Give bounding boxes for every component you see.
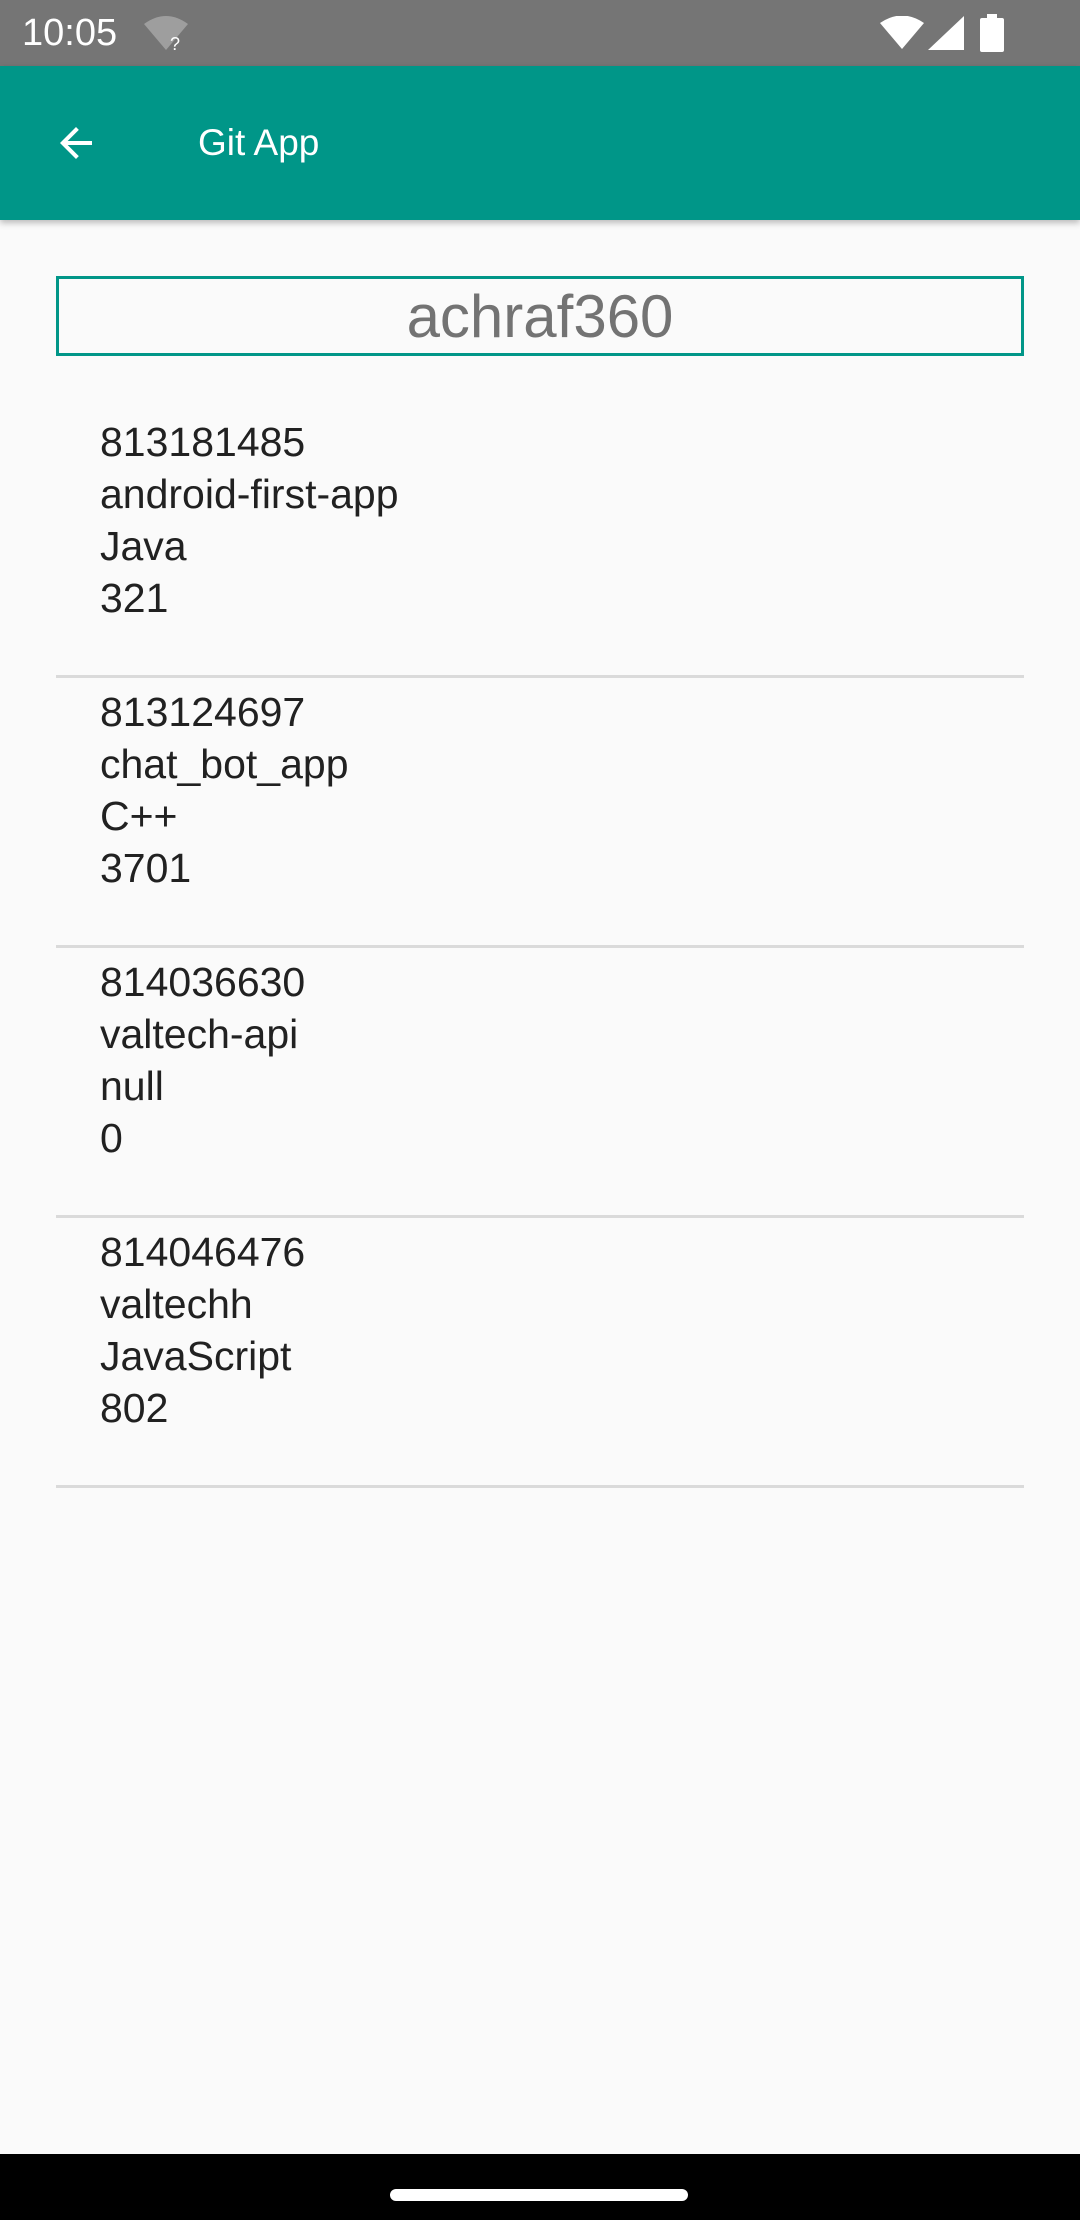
- home-handle[interactable]: [390, 2189, 688, 2201]
- status-bar: 10:05 ?: [0, 0, 1080, 66]
- repo-id: 814036630: [100, 959, 306, 1005]
- repo-list-item[interactable]: 814046476 valtechh JavaScript 802: [56, 1218, 1024, 1488]
- repo-list-item[interactable]: 814036630 valtech-api null 0: [56, 948, 1024, 1218]
- repo-size: 3701: [100, 845, 192, 891]
- repo-name: valtech-api: [100, 1011, 299, 1057]
- status-time: 10:05: [22, 12, 118, 54]
- repo-language: null: [100, 1063, 164, 1109]
- battery-icon: [980, 14, 1004, 52]
- wifi-question-icon: ?: [144, 16, 188, 52]
- repo-list-item[interactable]: 813181485 android-first-app Java 321: [56, 408, 1024, 678]
- repo-name: chat_bot_app: [100, 741, 349, 787]
- repo-id: 814046476: [100, 1229, 306, 1275]
- repo-size: 321: [100, 575, 169, 621]
- repo-name: valtechh: [100, 1281, 253, 1327]
- repo-name: android-first-app: [100, 471, 399, 517]
- wifi-icon: [880, 16, 924, 49]
- repo-list: 813181485 android-first-app Java 321 813…: [56, 408, 1024, 1488]
- repo-id: 813181485: [100, 419, 306, 465]
- wifi-question-mark: ?: [170, 34, 180, 52]
- repo-language: JavaScript: [100, 1333, 292, 1379]
- app-title: Git App: [198, 122, 320, 163]
- repo-language: C++: [100, 793, 178, 839]
- signal-icon: [928, 16, 964, 50]
- back-button[interactable]: [34, 101, 118, 185]
- repo-list-item[interactable]: 813124697 chat_bot_app C++ 3701: [56, 678, 1024, 948]
- username-search-input[interactable]: [56, 276, 1024, 356]
- arrow-back-icon: [60, 127, 92, 159]
- repo-size: 0: [100, 1115, 123, 1161]
- repo-id: 813124697: [100, 689, 306, 735]
- navigation-bar: [0, 2154, 1080, 2220]
- repo-size: 802: [100, 1385, 169, 1431]
- repo-language: Java: [100, 523, 187, 569]
- app-bar: Git App: [0, 66, 1080, 220]
